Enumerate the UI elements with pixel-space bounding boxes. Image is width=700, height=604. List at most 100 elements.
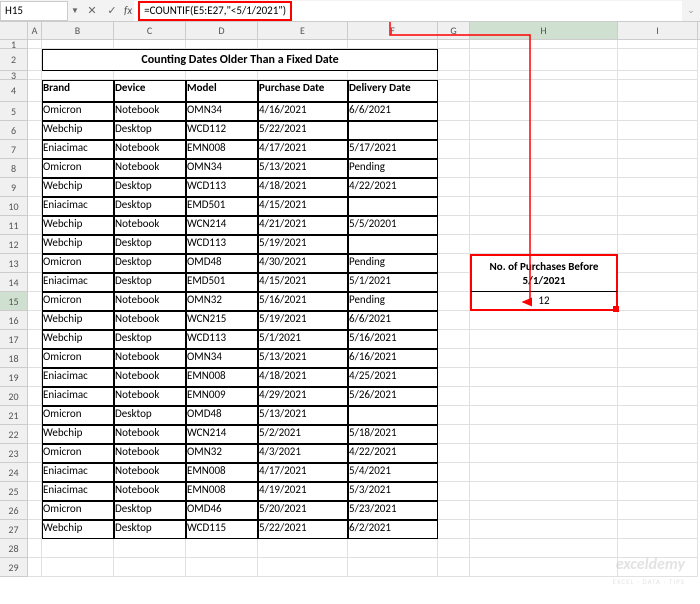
table-cell[interactable]: Webchip	[42, 235, 114, 254]
table-cell[interactable]: Desktop	[114, 178, 186, 197]
row-header[interactable]: 22	[0, 425, 28, 444]
cell[interactable]	[618, 292, 698, 311]
cell[interactable]	[258, 558, 348, 577]
cell[interactable]	[438, 273, 470, 292]
result-header[interactable]: No. of Purchases Before 5/1/2021	[470, 254, 618, 292]
cell[interactable]	[186, 558, 258, 577]
cell[interactable]	[618, 330, 698, 349]
table-cell[interactable]: 4/15/2021	[258, 273, 348, 292]
table-cell[interactable]: Eniacimac	[42, 197, 114, 216]
cell[interactable]	[470, 501, 618, 520]
table-cell[interactable]: 5/3/2021	[348, 482, 438, 501]
cell[interactable]	[258, 71, 348, 80]
cell[interactable]	[42, 71, 114, 80]
cell[interactable]	[438, 292, 470, 311]
cell[interactable]	[28, 501, 42, 520]
table-cell[interactable]: EMN009	[186, 387, 258, 406]
col-header[interactable]: I	[618, 22, 698, 39]
cell[interactable]	[28, 520, 42, 539]
row-header[interactable]: 15	[0, 292, 28, 311]
cell[interactable]	[186, 71, 258, 80]
cell[interactable]	[28, 349, 42, 368]
table-cell[interactable]: Omicron	[42, 444, 114, 463]
table-cell[interactable]: 5/2/2021	[258, 425, 348, 444]
cell[interactable]	[618, 140, 698, 159]
table-cell[interactable]: OMN32	[186, 292, 258, 311]
cell[interactable]	[114, 539, 186, 558]
cell[interactable]	[28, 558, 42, 577]
row-header[interactable]: 21	[0, 406, 28, 425]
table-cell[interactable]: Eniacimac	[42, 140, 114, 159]
cancel-icon[interactable]: ✕	[84, 4, 100, 17]
cell[interactable]	[28, 425, 42, 444]
table-cell[interactable]: 4/22/2021	[348, 178, 438, 197]
table-cell[interactable]: 4/22/2021	[348, 444, 438, 463]
cell[interactable]	[186, 539, 258, 558]
cell[interactable]	[438, 40, 470, 49]
cell[interactable]	[438, 235, 470, 254]
table-cell[interactable]	[348, 235, 438, 254]
table-cell[interactable]: Notebook	[114, 140, 186, 159]
row-header[interactable]: 23	[0, 444, 28, 463]
table-cell[interactable]: EMN008	[186, 368, 258, 387]
cell[interactable]	[28, 292, 42, 311]
cell[interactable]	[438, 406, 470, 425]
row-header[interactable]: 5	[0, 102, 28, 121]
cell[interactable]	[618, 102, 698, 121]
row-header[interactable]: 10	[0, 197, 28, 216]
cell[interactable]	[28, 539, 42, 558]
table-cell[interactable]: Pending	[348, 159, 438, 178]
cell[interactable]	[470, 444, 618, 463]
result-value[interactable]: 12	[470, 292, 618, 311]
table-cell[interactable]: 5/22/2021	[258, 520, 348, 539]
cell[interactable]	[42, 539, 114, 558]
confirm-icon[interactable]: ✓	[104, 4, 120, 17]
cell[interactable]	[28, 40, 42, 49]
table-cell[interactable]: Desktop	[114, 273, 186, 292]
cell[interactable]	[470, 71, 618, 80]
cell[interactable]	[618, 368, 698, 387]
cell[interactable]	[438, 159, 470, 178]
cell[interactable]	[438, 216, 470, 235]
cell[interactable]	[470, 349, 618, 368]
table-cell[interactable]: OMN32	[186, 444, 258, 463]
cell[interactable]	[470, 49, 618, 71]
table-cell[interactable]: 4/17/2021	[258, 463, 348, 482]
table-cell[interactable]: Webchip	[42, 178, 114, 197]
cell[interactable]	[618, 71, 698, 80]
table-cell[interactable]: 4/18/2021	[258, 368, 348, 387]
table-cell[interactable]: WCN215	[186, 311, 258, 330]
cell[interactable]	[618, 40, 698, 49]
table-cell[interactable]: Notebook	[114, 387, 186, 406]
table-cell[interactable]: 4/19/2021	[258, 482, 348, 501]
cell[interactable]	[470, 406, 618, 425]
table-cell[interactable]: 6/6/2021	[348, 311, 438, 330]
cell[interactable]	[186, 40, 258, 49]
row-header[interactable]: 8	[0, 159, 28, 178]
table-cell[interactable]: EMN008	[186, 463, 258, 482]
table-cell[interactable]: 5/13/2021	[258, 406, 348, 425]
table-cell[interactable]: Notebook	[114, 444, 186, 463]
cell[interactable]	[470, 425, 618, 444]
cell[interactable]	[28, 387, 42, 406]
row-header[interactable]: 26	[0, 501, 28, 520]
cell[interactable]	[114, 71, 186, 80]
table-cell[interactable]: EMN008	[186, 482, 258, 501]
table-cell[interactable]: OMD48	[186, 254, 258, 273]
table-cell[interactable]: 4/15/2021	[258, 197, 348, 216]
cell[interactable]	[618, 482, 698, 501]
table-cell[interactable]: WCN214	[186, 425, 258, 444]
table-cell[interactable]: Webchip	[42, 311, 114, 330]
cell[interactable]	[470, 558, 618, 577]
row-header[interactable]: 24	[0, 463, 28, 482]
cell[interactable]	[618, 49, 698, 71]
table-cell[interactable]: OMD46	[186, 501, 258, 520]
cell[interactable]	[618, 159, 698, 178]
table-cell[interactable]: Omicron	[42, 159, 114, 178]
cell[interactable]	[438, 254, 470, 273]
cell[interactable]	[470, 520, 618, 539]
sheet-title[interactable]: Counting Dates Older Than a Fixed Date	[42, 49, 438, 71]
table-cell[interactable]	[348, 197, 438, 216]
cell[interactable]	[348, 40, 438, 49]
cell[interactable]	[438, 463, 470, 482]
